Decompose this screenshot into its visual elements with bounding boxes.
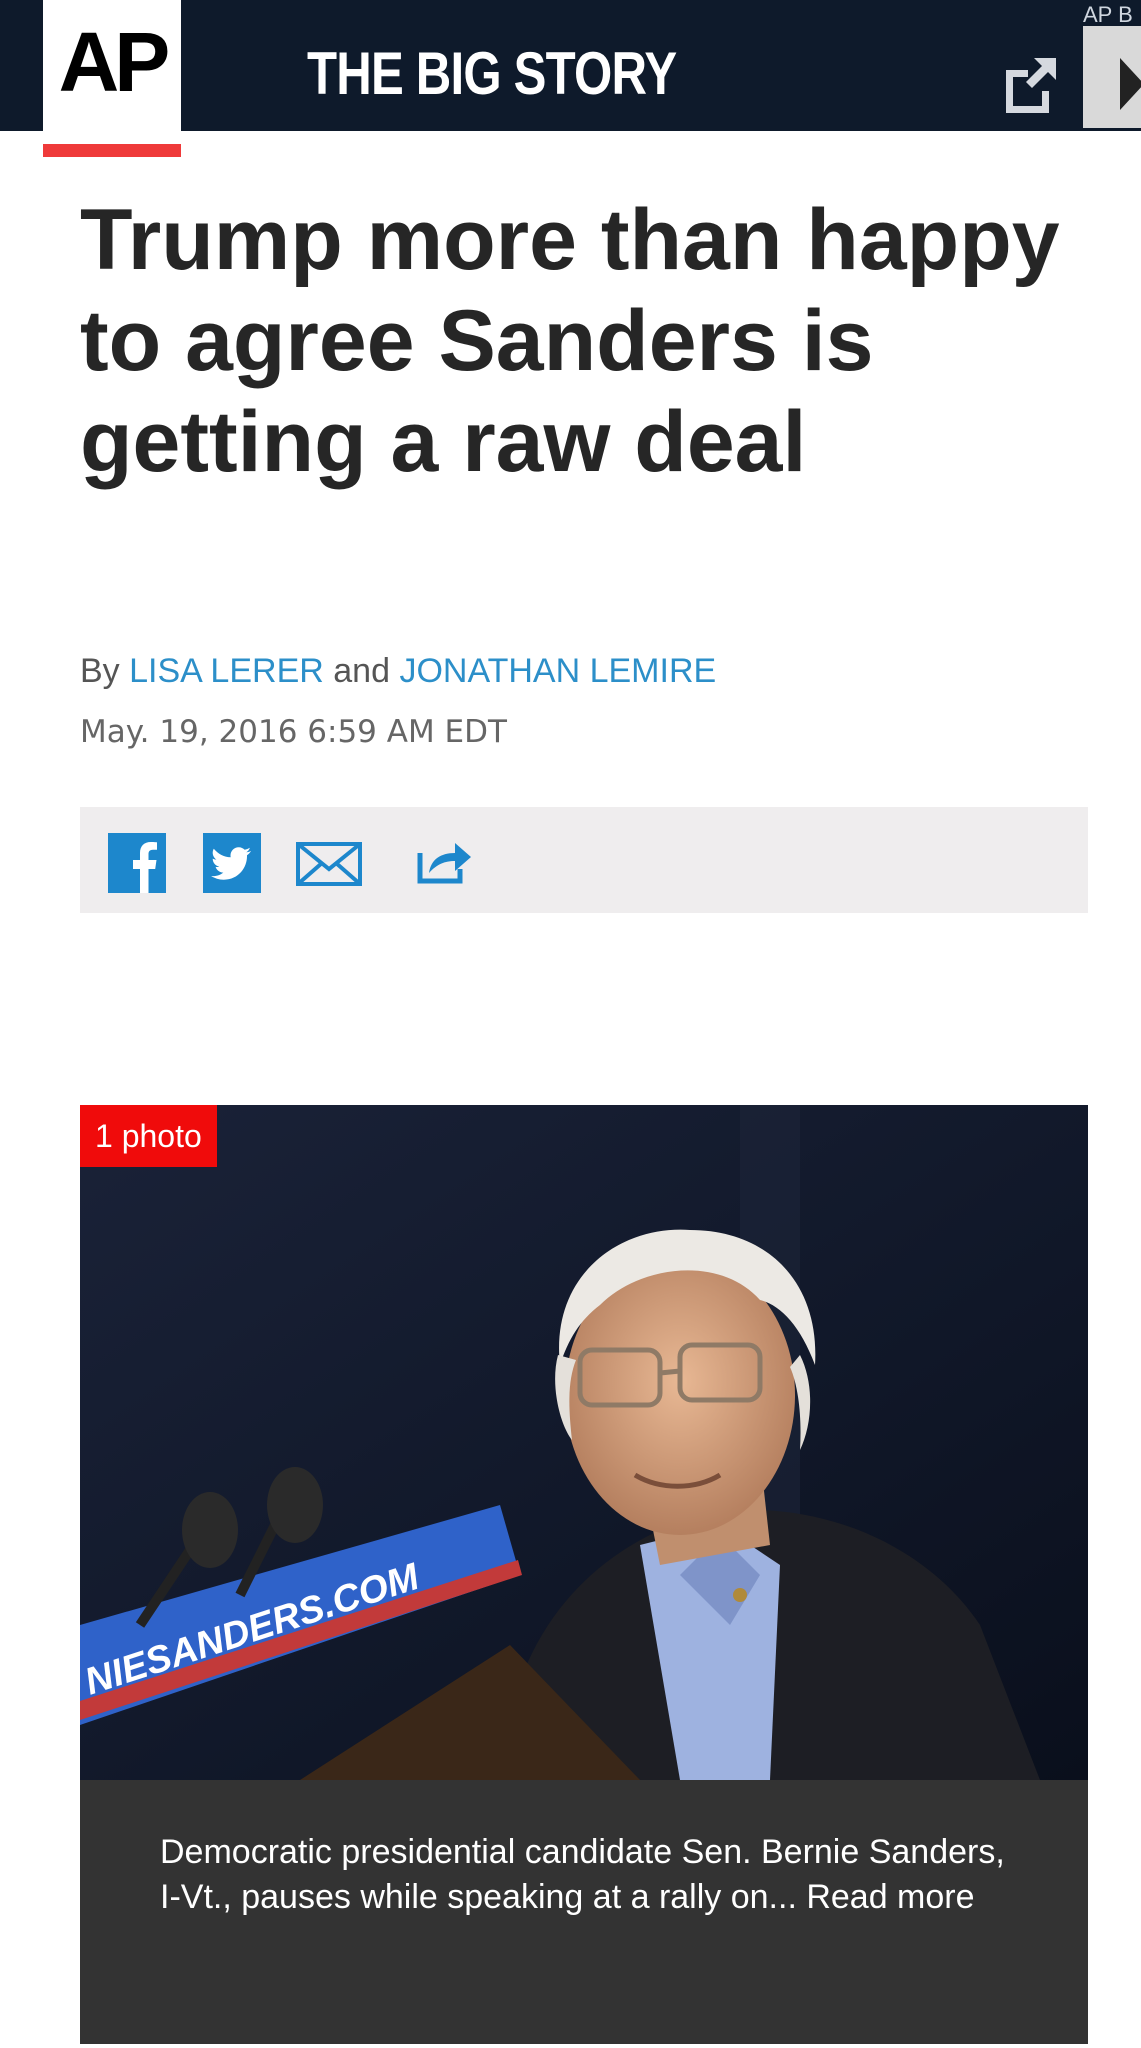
ap-corner-label: AP B	[1083, 2, 1133, 27]
share-bar	[80, 807, 1088, 913]
publish-date: May. 19, 2016 6:59 AM EDT	[80, 714, 507, 750]
author-link[interactable]: JONATHAN LEMIRE	[399, 652, 716, 690]
external-link-icon[interactable]	[1000, 52, 1062, 114]
author-link[interactable]: LISA LERER	[129, 652, 324, 690]
caption-text: Democratic presidential candidate Sen. B…	[160, 1833, 1005, 1916]
brand-title: THE BIG STORY	[307, 40, 677, 107]
byline-prefix: By	[80, 652, 120, 690]
play-icon	[1120, 58, 1141, 110]
byline: By LISA LERER and JONATHAN LEMIRE	[80, 652, 716, 691]
twitter-icon[interactable]	[203, 833, 261, 893]
facebook-icon[interactable]	[108, 833, 166, 893]
ap-logo[interactable]: AP	[43, 0, 181, 144]
photo-caption[interactable]: Democratic presidential candidate Sen. B…	[80, 1780, 1088, 2044]
logo-accent-bar	[43, 144, 181, 157]
email-icon[interactable]	[296, 833, 362, 893]
photo-count-badge[interactable]: 1 photo	[80, 1105, 217, 1167]
share-icon[interactable]	[415, 833, 475, 893]
byline-joiner: and	[333, 652, 390, 690]
article-photo[interactable]: NIESANDERS.COM	[80, 1105, 1088, 1780]
photo-image: NIESANDERS.COM	[80, 1105, 1088, 1780]
article-headline: Trump more than happy to agree Sanders i…	[80, 192, 1060, 490]
ap-logo-text: AP	[58, 15, 171, 109]
